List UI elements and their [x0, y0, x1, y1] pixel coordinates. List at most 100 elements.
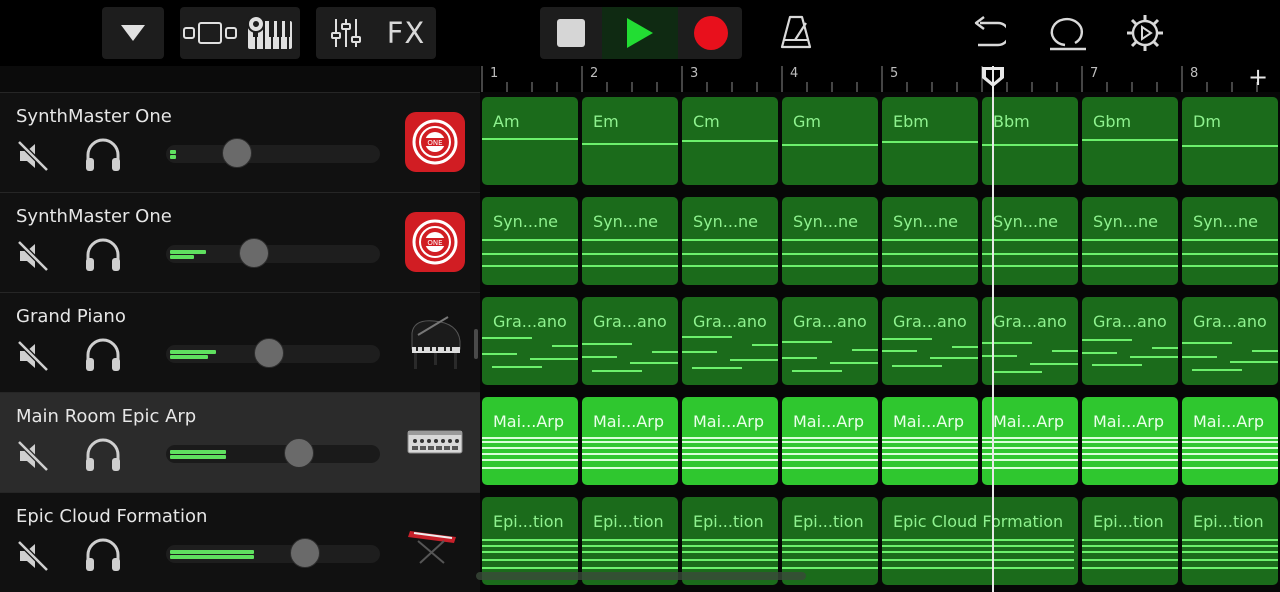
region-label: Mai...Arp: [693, 412, 764, 431]
mute-speaker-icon[interactable]: [16, 339, 50, 373]
midi-note: [482, 545, 578, 547]
region[interactable]: Gra...ano: [582, 297, 678, 385]
region[interactable]: Gra...ano: [882, 297, 978, 385]
headphones-icon[interactable]: [84, 537, 122, 573]
metronome-button[interactable]: [778, 14, 814, 54]
play-button[interactable]: [602, 7, 678, 59]
region-label: Epi...tion: [593, 512, 664, 531]
undo-button[interactable]: [970, 15, 1011, 53]
mute-speaker-icon[interactable]: [16, 239, 50, 273]
region[interactable]: Gra...ano: [1082, 297, 1178, 385]
region-label: Gm: [793, 112, 821, 131]
region[interactable]: Gm: [782, 97, 878, 185]
midi-note: [582, 447, 678, 449]
browser-toggle-button[interactable]: [102, 7, 164, 59]
volume-slider[interactable]: [166, 538, 380, 568]
headphones-icon[interactable]: [84, 437, 122, 473]
column-resize-handle[interactable]: [474, 329, 478, 359]
region-label: Em: [593, 112, 619, 131]
mixer-button[interactable]: [316, 17, 376, 49]
region[interactable]: Ebm: [882, 97, 978, 185]
region[interactable]: Gra...ano: [782, 297, 878, 385]
region[interactable]: Mai...Arp: [482, 397, 578, 485]
region[interactable]: Epi...tion: [1082, 497, 1178, 585]
region[interactable]: Mai...Arp: [1082, 397, 1178, 485]
tracks-grid[interactable]: Am Em Cm Gm Ebm Bbm Gbm Dm Syn...ne Syn...ne Syn..…: [480, 92, 1280, 592]
region[interactable]: Mai...Arp: [982, 397, 1078, 485]
keyboard-button[interactable]: [240, 15, 300, 51]
volume-slider[interactable]: [166, 138, 380, 168]
region[interactable]: Am: [482, 97, 578, 185]
volume-knob[interactable]: [284, 438, 314, 468]
stop-button[interactable]: [540, 7, 602, 59]
midi-note: [692, 367, 742, 369]
region[interactable]: Syn...ne: [782, 197, 878, 285]
region[interactable]: Em: [582, 97, 678, 185]
midi-note: [1182, 567, 1278, 569]
mute-speaker-icon[interactable]: [16, 439, 50, 473]
synthmaster-one-icon[interactable]: ONE: [404, 111, 466, 173]
volume-slider[interactable]: [166, 338, 380, 368]
region[interactable]: Gra...ano: [1182, 297, 1278, 385]
region[interactable]: Gra...ano: [982, 297, 1078, 385]
region[interactable]: Cm: [682, 97, 778, 185]
region[interactable]: Mai...Arp: [682, 397, 778, 485]
midi-note: [582, 343, 632, 345]
region-label: Gra...ano: [893, 312, 967, 331]
region-label: Syn...ne: [593, 212, 659, 231]
region[interactable]: Gra...ano: [482, 297, 578, 385]
volume-knob[interactable]: [239, 238, 269, 268]
region[interactable]: Syn...ne: [682, 197, 778, 285]
track-name: Main Room Epic Arp: [16, 406, 197, 427]
headphones-icon[interactable]: [84, 237, 122, 273]
loop-browser-button[interactable]: [1048, 14, 1088, 56]
mute-speaker-icon[interactable]: [16, 139, 50, 173]
region[interactable]: Mai...Arp: [782, 397, 878, 485]
horizontal-scrollbar[interactable]: [476, 572, 806, 580]
playhead[interactable]: [992, 66, 994, 592]
midi-note: [1082, 139, 1178, 141]
track-header[interactable]: SynthMaster One ONE: [0, 192, 480, 292]
volume-knob[interactable]: [222, 138, 252, 168]
region[interactable]: Gbm: [1082, 97, 1178, 185]
region[interactable]: Mai...Arp: [882, 397, 978, 485]
headphones-icon[interactable]: [84, 337, 122, 373]
volume-slider[interactable]: [166, 438, 380, 468]
track-header[interactable]: Grand Piano: [0, 292, 480, 392]
region[interactable]: Epic Cloud Formation: [882, 497, 1078, 585]
timeline-ruler[interactable]: 1 2 3 4 5 6 7 8 +: [480, 63, 1280, 92]
fx-button[interactable]: FX: [376, 16, 436, 50]
region[interactable]: Gra...ano: [682, 297, 778, 385]
tracks-view-button[interactable]: [180, 20, 240, 46]
region[interactable]: Syn...ne: [1182, 197, 1278, 285]
synth-module-icon[interactable]: [404, 411, 466, 473]
keyboard-stand-icon[interactable]: [404, 511, 466, 573]
record-button[interactable]: [680, 7, 742, 59]
mute-speaker-icon[interactable]: [16, 539, 50, 573]
midi-note: [782, 447, 878, 449]
region[interactable]: Syn...ne: [1082, 197, 1178, 285]
track-header[interactable]: Main Room Epic Arp: [0, 392, 480, 492]
volume-knob[interactable]: [254, 338, 284, 368]
headphones-icon[interactable]: [84, 137, 122, 173]
volume-slider[interactable]: [166, 238, 380, 268]
synthmaster-one-icon[interactable]: ONE: [404, 211, 466, 273]
region[interactable]: Mai...Arp: [1182, 397, 1278, 485]
region[interactable]: Epi...tion: [1182, 497, 1278, 585]
add-section-button[interactable]: +: [1248, 63, 1268, 91]
midi-note: [482, 437, 578, 439]
region[interactable]: Syn...ne: [482, 197, 578, 285]
settings-button[interactable]: [1126, 14, 1164, 56]
region[interactable]: Syn...ne: [982, 197, 1078, 285]
region[interactable]: Syn...ne: [882, 197, 978, 285]
midi-note: [1152, 347, 1178, 349]
track-header[interactable]: Epic Cloud Formation: [0, 492, 480, 592]
region[interactable]: Bbm: [982, 97, 1078, 185]
grand-piano-icon[interactable]: [404, 311, 466, 373]
region[interactable]: Mai...Arp: [582, 397, 678, 485]
region[interactable]: Dm: [1182, 97, 1278, 185]
region[interactable]: Syn...ne: [582, 197, 678, 285]
volume-knob[interactable]: [290, 538, 320, 568]
track-header[interactable]: SynthMaster One ONE: [0, 92, 480, 192]
midi-note: [682, 265, 778, 267]
